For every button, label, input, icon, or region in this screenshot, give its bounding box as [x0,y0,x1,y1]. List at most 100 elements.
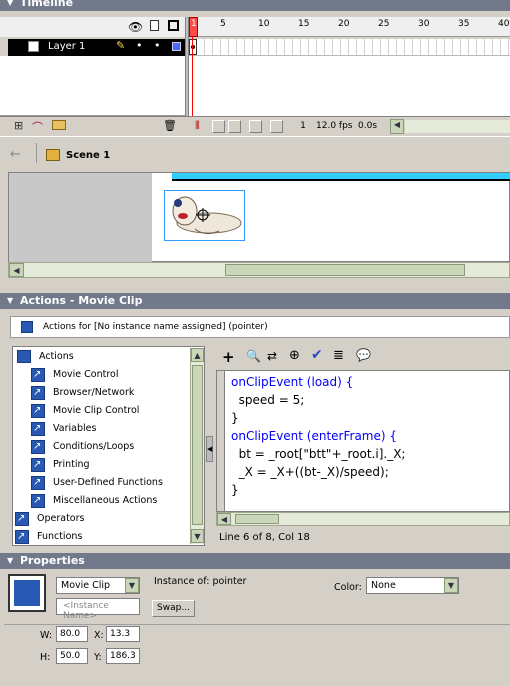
replace-icon[interactable]: ⇄ [267,349,277,363]
tree-item-printing[interactable]: Printing [31,457,90,473]
instance-name-input[interactable]: <Instance Name> [56,598,140,621]
stage-scroll-thumb[interactable] [225,264,465,276]
tree-item-actions[interactable]: Actions [17,349,74,365]
chevron-down-icon[interactable]: ▼ [125,578,139,593]
swap-button[interactable]: Swap... [152,600,195,617]
x-input[interactable]: 13.3 [106,626,140,642]
ruler-label: 5 [220,19,226,29]
layer-row[interactable]: Layer 1 ✎ • • [8,39,185,56]
timeline-panel-title[interactable]: ▼ Timeline [0,0,510,11]
width-input[interactable]: 80.0 [56,626,88,642]
toolbox-scroll-up[interactable]: ▲ [191,348,204,362]
back-arrow-icon[interactable]: ← [10,147,21,162]
onion-outlines-icon[interactable] [228,120,241,133]
tree-item-operators[interactable]: Operators [15,511,84,527]
movie-clip-instance[interactable] [164,190,245,241]
lock-icon[interactable] [150,20,159,31]
timeline-scroll-left[interactable]: ◀ [390,119,404,134]
code-hint-icon[interactable]: 💬 [356,348,371,362]
color-effect-select[interactable]: None ▼ [366,577,459,594]
script-editor[interactable]: onClipEvent (load) { speed = 5; } onClip… [216,370,510,512]
actions-toolbox[interactable]: Actions Movie Control Browser/Network Mo… [12,346,205,546]
tree-item-label: Browser/Network [53,387,135,398]
ruler-label: 25 [378,19,390,29]
category-icon [31,439,45,455]
x-value: 13.3 [110,629,131,639]
eye-icon[interactable]: 👁 [128,20,143,34]
center-frame-icon[interactable]: ⦀ [195,119,200,133]
color-effect-value: None [371,580,396,591]
tree-item-movie-clip-control[interactable]: Movie Clip Control [31,403,139,419]
y-label: Y: [94,652,102,663]
tree-item-label: Variables [53,423,97,434]
toolbox-scroll-thumb[interactable] [192,365,203,525]
tree-item-user-defined-functions[interactable]: User-Defined Functions [31,475,163,491]
add-statement-icon[interactable]: + [222,348,235,366]
category-icon [31,421,45,437]
code-line: speed = 5; [231,393,305,407]
code-block[interactable]: onClipEvent (load) { speed = 5; } onClip… [231,373,507,499]
y-input[interactable]: 186.3 [106,648,140,664]
stage-area[interactable] [8,172,510,262]
script-scrollbar[interactable]: ◀ [216,512,510,526]
properties-panel-title[interactable]: ▼ Properties [0,553,510,569]
toolbox-splitter[interactable]: ◀ [205,346,214,546]
toolbox-scroll-down[interactable]: ▼ [191,529,204,543]
visibility-dot[interactable]: • [136,39,143,52]
collapse-triangle-icon[interactable]: ▼ [7,553,13,569]
instance-name-placeholder: <Instance Name> [63,601,109,621]
scene-name[interactable]: Scene 1 [66,150,110,161]
tree-item-browser-network[interactable]: Browser/Network [31,385,134,401]
script-scroll-left[interactable]: ◀ [217,513,231,525]
outline-icon[interactable] [168,20,179,31]
stage-scrollbar[interactable]: ◀ [8,262,510,278]
height-input[interactable]: 50.0 [56,648,88,664]
tree-item-movie-control[interactable]: Movie Control [31,367,118,383]
frame-ruler[interactable]: 1 5 10 15 20 25 30 35 40 [189,17,510,37]
layer-name[interactable]: Layer 1 [48,41,85,52]
trash-icon[interactable]: 🗑 [163,119,177,132]
category-icon [31,367,45,383]
stage-scroll-left[interactable]: ◀ [9,263,24,277]
modify-onion-markers-icon[interactable] [270,120,283,133]
frame-rate-readout[interactable]: 12.0 fps [316,120,354,134]
outline-color-swatch[interactable] [172,42,181,51]
auto-format-icon[interactable]: ≣ [333,348,344,363]
actions-panel-title[interactable]: ▼ Actions - Movie Clip [0,293,510,309]
frame-cells[interactable] [189,39,510,56]
insert-folder-icon[interactable] [52,120,66,130]
insert-layer-icon[interactable]: ⊞ [14,119,23,132]
scene-icon [46,149,60,161]
find-icon[interactable]: 🔍 [246,349,261,363]
collapse-triangle-icon[interactable]: ▼ [7,293,13,309]
symbol-type-select[interactable]: Movie Clip ▼ [56,577,140,594]
code-line: _X = _X+((bt-_X)/speed); [231,465,389,479]
tree-item-variables[interactable]: Variables [31,421,96,437]
lock-dot[interactable]: • [154,39,161,52]
category-icon [31,475,45,491]
tree-item-miscellaneous-actions[interactable]: Miscellaneous Actions [31,493,157,509]
category-icon [15,529,29,545]
collapse-toolbox-arrow-icon[interactable]: ◀ [206,436,213,462]
script-status-bar: Line 6 of 8, Col 18 [216,529,510,547]
tree-item-functions[interactable]: Functions [15,529,82,545]
collapse-triangle-icon[interactable]: ▼ [7,0,13,11]
height-label: H: [40,652,51,663]
script-scroll-thumb[interactable] [235,514,279,524]
tree-item-label: Movie Control [53,369,119,380]
chevron-down-icon[interactable]: ▼ [444,578,458,593]
timeline-scrollbar-track[interactable] [405,120,510,133]
edit-multiple-frames-icon[interactable] [249,120,262,133]
toolbox-scrollbar[interactable]: ▲ ▼ [190,348,204,544]
tree-item-conditions-loops[interactable]: Conditions/Loops [31,439,134,455]
check-syntax-icon[interactable]: ✔ [311,347,323,363]
layer-header: 👁 [0,17,185,37]
keyframe[interactable] [189,39,197,55]
target-path-icon[interactable]: ⊕ [289,348,300,363]
tree-item-label: Operators [37,513,85,524]
onion-skin-icon[interactable] [212,120,225,133]
tree-item-label: Printing [53,459,90,470]
add-motion-guide-icon[interactable]: ⌒ [32,119,43,135]
symbol-type-value: Movie Clip [61,580,111,591]
properties-body: Movie Clip ▼ <Instance Name> Instance of… [4,570,510,686]
